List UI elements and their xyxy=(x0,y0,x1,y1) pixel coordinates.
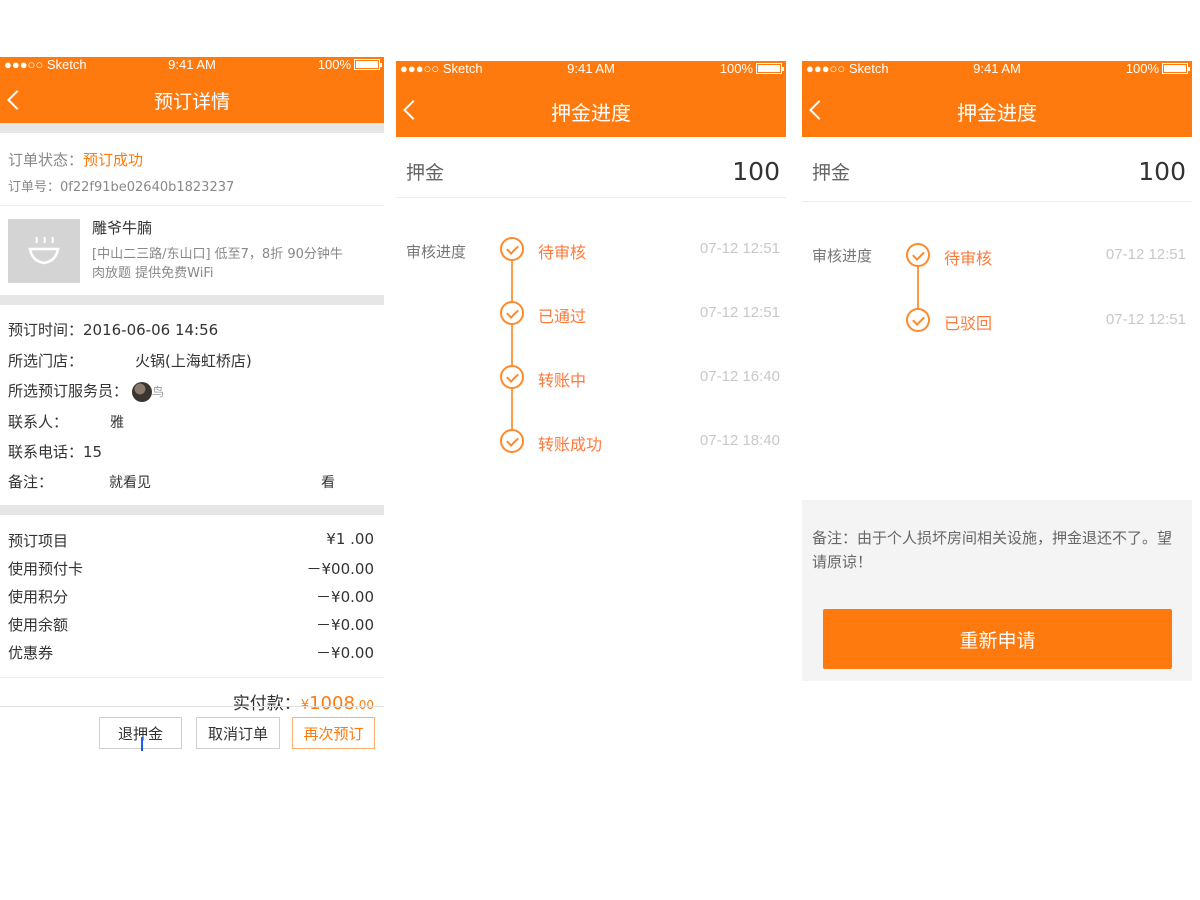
status-bar: ●●●○○ Sketch 9:41 AM 100% xyxy=(0,57,384,75)
battery-text: 100% xyxy=(317,57,351,72)
deposit-value: 100 xyxy=(732,157,780,186)
bowl-icon xyxy=(28,236,60,265)
page-title: 押金进度 xyxy=(957,101,1037,125)
phone: 联系电话：15 xyxy=(8,443,103,461)
status-bar: ●●●○○ Sketch 9:41 AM 100% xyxy=(396,61,786,79)
item-name: 雕爷牛腩 xyxy=(92,219,153,237)
booking-detail-screen: ●●●○○ Sketch 9:41 AM 100% 预订详情 订单状态：预订成功… xyxy=(0,57,384,757)
order-status-value: 预订成功 xyxy=(83,151,144,169)
deposit-row: 押金 100 xyxy=(812,157,1186,186)
step-label: 已通过 xyxy=(538,307,587,326)
battery-icon xyxy=(354,59,382,70)
price-row: 使用预付卡 －¥00.00 xyxy=(8,560,374,578)
step-time: 07-12 12:51 xyxy=(1105,311,1186,328)
order-number: 订单号：0f22f91be02640b1823237 xyxy=(8,180,235,195)
step-time: 07-12 12:51 xyxy=(1105,246,1186,263)
text-cursor xyxy=(141,737,143,751)
page-title: 预订详情 xyxy=(153,91,230,113)
order-status: 订单状态：预订成功 xyxy=(8,151,144,169)
divider xyxy=(0,123,384,133)
step-time: 07-12 18:40 xyxy=(699,432,780,449)
cancel-order-button[interactable]: 取消订单 xyxy=(196,717,280,749)
item-desc-line1: [中山二三路/东山口] 低至7，8折 90分钟牛 xyxy=(92,247,343,262)
store: 所选门店： 火锅(上海虹桥店) xyxy=(8,352,252,370)
check-circle-icon xyxy=(500,429,524,453)
progress-label: 审核进度 xyxy=(406,243,467,261)
reapply-button[interactable]: 重新申请 xyxy=(823,609,1172,669)
step-time: 07-12 16:40 xyxy=(699,368,780,385)
step-label: 转账中 xyxy=(538,371,587,390)
price-row: 使用余额 －¥0.00 xyxy=(8,616,374,634)
deposit-rejected-screen: ●●●○○ Sketch 9:41 AM 100% 押金进度 押金 100 审核… xyxy=(802,61,1192,681)
battery-icon xyxy=(1162,63,1190,74)
item-thumbnail xyxy=(8,219,80,283)
step-label: 转账成功 xyxy=(538,435,603,454)
battery-text: 100% xyxy=(1125,61,1159,76)
step-label: 待审核 xyxy=(944,249,993,268)
remark-text: 备注：由于个人损坏房间相关设施，押金退还不了。望请原谅！ xyxy=(812,529,1173,571)
check-circle-icon xyxy=(500,301,524,325)
step-label: 已驳回 xyxy=(944,314,993,333)
price-row: 优惠券 －¥0.00 xyxy=(8,644,374,662)
deposit-row: 押金 100 xyxy=(406,157,780,186)
deposit-label: 押金 xyxy=(812,162,851,184)
step-label: 待审核 xyxy=(538,243,587,262)
status-bar: ●●●○○ Sketch 9:41 AM 100% xyxy=(802,61,1192,79)
progress-label: 审核进度 xyxy=(812,247,873,265)
step-time: 07-12 12:51 xyxy=(699,304,780,321)
check-circle-icon xyxy=(906,308,930,332)
rebook-button[interactable]: 再次预订 xyxy=(292,717,375,749)
check-circle-icon xyxy=(500,237,524,261)
battery-text: 100% xyxy=(719,61,753,76)
timeline-line xyxy=(511,261,513,441)
step-time: 07-12 12:51 xyxy=(699,240,780,257)
page-title: 押金进度 xyxy=(551,101,631,125)
check-circle-icon xyxy=(500,365,524,389)
remark: 备注： 就看见看 xyxy=(8,473,336,491)
contact: 联系人：雅 xyxy=(8,413,125,431)
deposit-label: 押金 xyxy=(406,162,445,184)
item-desc-line2: 肉放题 提供免费WiFi xyxy=(92,266,214,281)
deposit-value: 100 xyxy=(1138,157,1186,186)
price-row: 预订项目 ¥1 .00 xyxy=(8,530,374,550)
divider xyxy=(0,295,384,305)
avatar xyxy=(132,381,153,402)
battery-icon xyxy=(756,63,784,74)
check-circle-icon xyxy=(906,243,930,267)
deposit-progress-screen: ●●●○○ Sketch 9:41 AM 100% 押金进度 押金 100 审核… xyxy=(396,61,786,511)
divider xyxy=(0,505,384,515)
paid-amount: 实付款：¥1008.00 xyxy=(232,693,374,714)
price-row: 使用积分 －¥0.00 xyxy=(8,588,374,606)
staff: 所选预订服务员：鸟 xyxy=(8,381,165,402)
booking-time: 预订时间：2016-06-06 14:56 xyxy=(8,321,219,339)
